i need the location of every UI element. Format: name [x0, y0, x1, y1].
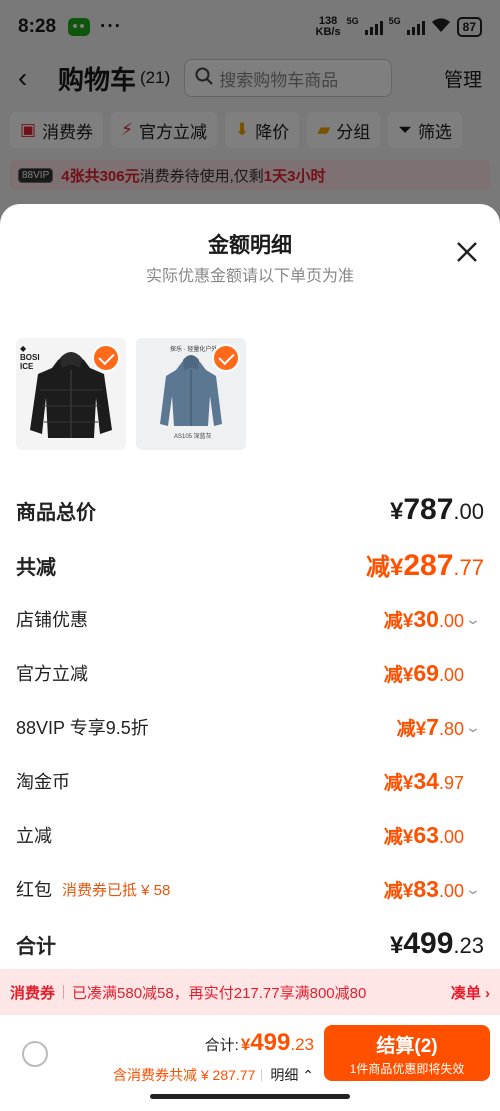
grand-total-value: ¥499.23 [389, 927, 484, 960]
total-discount-value: 减¥ 287.77 [365, 549, 484, 582]
row-instant-discount: 立减 减¥63.00 ⌄ [16, 821, 464, 848]
subtotal-value: ¥787.00 [389, 493, 484, 526]
row-store-discount[interactable]: 店铺优惠 减¥ 30.00 ⌄ [0, 599, 500, 639]
checkbox-checked-icon[interactable] [212, 344, 240, 372]
detail-toggle-button[interactable]: 明细 ⌃ [270, 1065, 314, 1085]
modal-overlay[interactable] [0, 0, 500, 230]
home-indicator[interactable] [150, 1094, 350, 1099]
product-thumbnail-black-down-jacket[interactable]: ◆ BOSI ICE [16, 338, 126, 450]
checkout-footer: 合计: ¥499.23 含消费券共减 ¥ 287.77 明细 ⌃ 结算(2) 1… [0, 1015, 500, 1111]
brand-logo: ◆ BOSI ICE [20, 344, 40, 371]
row-subtotal: 商品总价 ¥787.00 [16, 493, 484, 526]
row-taojinbi: 淘金币 减¥34.97 ⌄ [16, 767, 464, 794]
checkbox-checked-icon[interactable] [92, 344, 120, 372]
divider [63, 985, 65, 999]
official-discount-value: 减¥ 69.00 [383, 659, 464, 686]
promo-text: 已凑满580减58，再实付217.77享满800减80 [72, 984, 367, 1002]
chevron-down-icon[interactable]: ⌄ [465, 611, 487, 628]
divider [261, 1069, 263, 1081]
vip-discount-value: 减¥ 7.80 [396, 713, 464, 740]
promo-tag: 消费券 [10, 984, 56, 1002]
instant-discount-value: 减¥ 63.00 [383, 821, 464, 848]
sheet-subtitle: 实际优惠金额请以下单页为准 [145, 268, 354, 285]
row-grand-total: 合计 ¥499.23 [16, 927, 484, 960]
chevron-down-icon[interactable]: ⌄ [465, 881, 487, 898]
coupon-offset-note: 消费券已抵 ¥ 58 [62, 881, 171, 899]
row-vip-discount[interactable]: 88VIP 专享9.5折 减¥ 7.80 ⌄ [0, 707, 500, 747]
coupon-promo-bar[interactable]: 消费券 已凑满580减58，再实付217.77享满800减80 凑单 › [0, 969, 500, 1015]
footer-discount: 含消费券共减 ¥ 287.77 明细 ⌃ [112, 1065, 314, 1085]
row-official-discount: 官方立减 减¥69.00 ⌄ [16, 659, 464, 686]
checkout-button[interactable]: 结算(2) 1件商品优惠即将失效 [324, 1025, 490, 1081]
select-all-radio[interactable] [22, 1041, 48, 1067]
amount-detail-sheet: 金额明细 实际优惠金额请以下单页为准 ◆ BOSI ICE 探乐 · 轻量化户外… [0, 204, 500, 1111]
chevron-down-icon[interactable]: ⌄ [465, 719, 487, 736]
sheet-title: 金额明细 [208, 234, 292, 257]
product-thumbnail-blue-jacket[interactable]: 探乐 · 轻量化户外 AS105 深蓝灰 [136, 338, 246, 450]
product-caption: AS105 深蓝灰 [174, 434, 212, 440]
add-on-button[interactable]: 凑单 › [451, 982, 490, 1003]
row-total-discount: 共减 减¥ 287.77 [16, 549, 484, 582]
taojinbi-value: 减¥ 34.97 [383, 767, 464, 794]
product-tagline: 探乐 · 轻量化户外 [170, 347, 218, 353]
close-icon[interactable] [452, 240, 482, 270]
footer-total: 合计: ¥499.23 [204, 1029, 314, 1056]
store-discount-value: 减¥ 30.00 [383, 605, 464, 632]
red-packet-value: 减¥ 83.00 [383, 875, 464, 902]
row-red-packet[interactable]: 红包 消费券已抵 ¥ 58 减¥ 83.00 ⌄ [0, 869, 500, 909]
selected-products: ◆ BOSI ICE 探乐 · 轻量化户外 AS105 深蓝灰 [16, 338, 246, 450]
